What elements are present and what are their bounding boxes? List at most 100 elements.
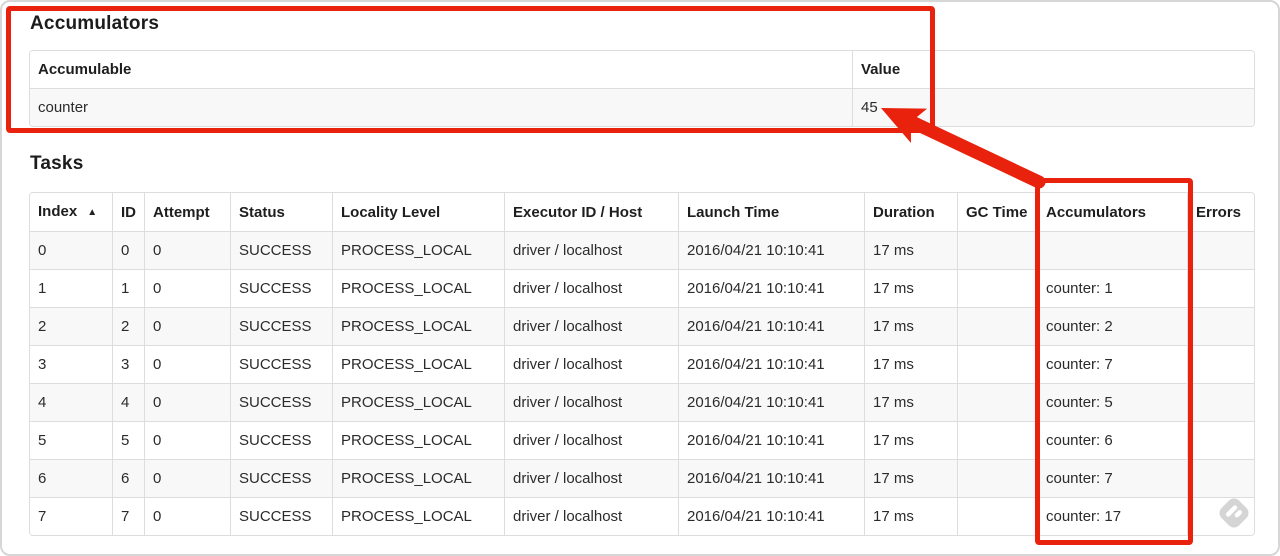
table-cell: 17 ms (864, 345, 957, 383)
table-row: 3 3 0 SUCCESS PROCESS_LOCAL driver / localhos… (30, 345, 1254, 383)
table-cell: driver / localhost (504, 421, 678, 459)
table-cell: 2016/04/21 10:10:41 (678, 307, 864, 345)
table-cell (957, 231, 1037, 269)
table-cell: SUCCESS (230, 383, 332, 421)
table-cell: driver / localhost (504, 269, 678, 307)
table-cell: driver / localhost (504, 307, 678, 345)
table-cell (1187, 383, 1254, 421)
table-cell: 0 (30, 231, 112, 269)
table-cell: SUCCESS (230, 421, 332, 459)
table-cell: 0 (144, 421, 230, 459)
table-row: 4 4 0 SUCCESS PROCESS_LOCAL driver / localhos… (30, 383, 1254, 421)
table-cell: 0 (144, 231, 230, 269)
table-cell (1187, 345, 1254, 383)
column-header-launch-time[interactable]: Launch Time (678, 193, 864, 231)
table-cell: SUCCESS (230, 459, 332, 497)
column-header-label: Status (239, 203, 285, 221)
table-cell: counter: 5 (1037, 383, 1187, 421)
column-header-index[interactable]: Index ▲ (30, 193, 112, 231)
table-cell (957, 307, 1037, 345)
table-cell: 2016/04/21 10:10:41 (678, 231, 864, 269)
column-header-gc-time[interactable]: GC Time (957, 193, 1037, 231)
column-header-accumulators[interactable]: Accumulators (1037, 193, 1187, 231)
table-cell: driver / localhost (504, 459, 678, 497)
column-header-executor-id-host[interactable]: Executor ID / Host (504, 193, 678, 231)
table-cell: driver / localhost (504, 497, 678, 535)
table-cell: driver / localhost (504, 345, 678, 383)
table-row: counter 45 (30, 88, 1254, 126)
table-cell: 2 (30, 307, 112, 345)
table-cell: 0 (112, 231, 144, 269)
column-header-errors[interactable]: Errors (1187, 193, 1254, 231)
column-header-id[interactable]: ID (112, 193, 144, 231)
column-header-attempt[interactable]: Attempt (144, 193, 230, 231)
table-cell: 5 (30, 421, 112, 459)
column-header-label: Accumulators (1046, 203, 1147, 221)
table-cell (957, 269, 1037, 307)
table-cell (1187, 459, 1254, 497)
table-cell: counter: 7 (1037, 345, 1187, 383)
table-cell: 2016/04/21 10:10:41 (678, 459, 864, 497)
table-cell: 2 (112, 307, 144, 345)
table-cell: 0 (144, 497, 230, 535)
table-cell (957, 497, 1037, 535)
column-header-label: Launch Time (687, 203, 780, 221)
table-cell (1187, 269, 1254, 307)
table-cell (1187, 231, 1254, 269)
table-cell: PROCESS_LOCAL (332, 231, 504, 269)
table-cell: SUCCESS (230, 345, 332, 383)
column-header-locality-level[interactable]: Locality Level (332, 193, 504, 231)
table-cell (957, 421, 1037, 459)
table-cell (957, 345, 1037, 383)
table-cell: 7 (112, 497, 144, 535)
column-header-label: Duration (873, 203, 935, 221)
column-header-value: Value (852, 51, 1254, 88)
accumulators-table: Accumulable Value counter 45 (29, 50, 1255, 127)
table-cell: 4 (112, 383, 144, 421)
tasks-section-heading: Tasks (30, 153, 84, 174)
table-cell: 2016/04/21 10:10:41 (678, 269, 864, 307)
table-cell: 17 ms (864, 231, 957, 269)
table-cell: 5 (112, 421, 144, 459)
tasks-table: Index ▲ ID Attempt Status Locality Level Execu… (29, 192, 1255, 536)
table-cell: counter: 6 (1037, 421, 1187, 459)
table-row: 7 7 0 SUCCESS PROCESS_LOCAL driver / localhos… (30, 497, 1254, 535)
table-cell: counter (30, 88, 852, 126)
spark-stage-detail-page: Accumulators Accumulable Value counter 45 … (0, 0, 1280, 556)
table-cell: 6 (112, 459, 144, 497)
column-header-duration[interactable]: Duration (864, 193, 957, 231)
table-cell: 1 (112, 269, 144, 307)
table-cell: 2016/04/21 10:10:41 (678, 345, 864, 383)
table-cell (1187, 421, 1254, 459)
table-cell: SUCCESS (230, 307, 332, 345)
table-cell: driver / localhost (504, 231, 678, 269)
table-cell: PROCESS_LOCAL (332, 459, 504, 497)
table-cell: 3 (30, 345, 112, 383)
table-cell: PROCESS_LOCAL (332, 383, 504, 421)
table-cell: 0 (144, 383, 230, 421)
table-cell: 17 ms (864, 383, 957, 421)
table-cell: 7 (30, 497, 112, 535)
table-cell: 3 (112, 345, 144, 383)
column-header-label: Index (38, 203, 78, 220)
table-row: 6 6 0 SUCCESS PROCESS_LOCAL driver / localhos… (30, 459, 1254, 497)
table-cell: SUCCESS (230, 269, 332, 307)
table-row: 5 5 0 SUCCESS PROCESS_LOCAL driver / localhos… (30, 421, 1254, 459)
table-cell: 2016/04/21 10:10:41 (678, 497, 864, 535)
table-cell: PROCESS_LOCAL (332, 269, 504, 307)
table-cell: 0 (144, 345, 230, 383)
table-cell: counter: 2 (1037, 307, 1187, 345)
column-header-label: Value (861, 61, 901, 78)
table-row: 0 0 0 SUCCESS PROCESS_LOCAL driver / localhos… (30, 231, 1254, 269)
table-cell (957, 383, 1037, 421)
table-cell: SUCCESS (230, 231, 332, 269)
column-header-label: Attempt (153, 203, 210, 221)
column-header-accumulable: Accumulable (30, 51, 852, 88)
table-cell: 17 ms (864, 421, 957, 459)
column-header-label: GC Time (966, 203, 1028, 221)
column-header-status[interactable]: Status (230, 193, 332, 231)
column-header-label: Locality Level (341, 203, 441, 221)
feedly-icon[interactable] (1216, 495, 1252, 531)
table-row: 1 1 0 SUCCESS PROCESS_LOCAL driver / localhos… (30, 269, 1254, 307)
table-cell: PROCESS_LOCAL (332, 307, 504, 345)
